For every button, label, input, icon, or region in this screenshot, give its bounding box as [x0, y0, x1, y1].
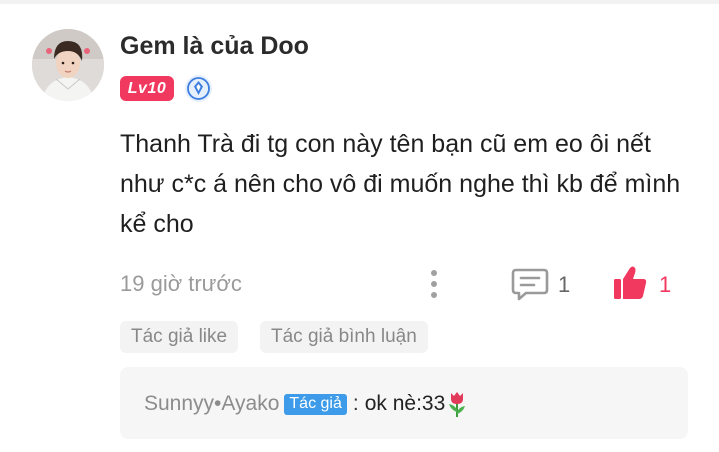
reply-separator: : — [352, 392, 359, 415]
comment-icon — [511, 268, 549, 301]
like-count: 1 — [659, 272, 672, 297]
thumbs-up-icon — [614, 266, 647, 299]
reply-preview[interactable]: Sunnyy•Ayako Tác giả : ok nè:33 — [120, 367, 688, 439]
more-options-button[interactable] — [422, 266, 446, 302]
level-badge: Lv10 — [120, 76, 174, 101]
author-badge: Tác giả — [284, 393, 347, 415]
like-button[interactable]: 1 — [612, 264, 682, 304]
more-vertical-icon — [431, 270, 437, 298]
reply-text: ok nè:33 — [364, 392, 446, 415]
comment-username[interactable]: Gem là của Doo — [120, 32, 309, 61]
author-liked-tag: Tác giả like — [120, 321, 239, 353]
verified-badge-icon — [185, 75, 212, 102]
avatar[interactable] — [32, 29, 104, 101]
reply-button[interactable]: 1 — [510, 266, 590, 302]
comment-text: Thanh Trà đi tg con này tên bạn cũ em eo… — [120, 130, 681, 238]
author-replied-tag: Tác giả bình luận — [260, 321, 428, 353]
top-divider — [0, 0, 719, 4]
reply-line: Sunnyy•Ayako Tác giả : ok nè:33 — [144, 390, 468, 418]
avatar-image — [32, 29, 104, 101]
reply-count: 1 — [558, 272, 571, 297]
reply-username[interactable]: Sunnyy•Ayako — [144, 392, 279, 416]
comment-timestamp: 19 giờ trước — [120, 271, 242, 296]
tulip-icon — [449, 392, 466, 417]
